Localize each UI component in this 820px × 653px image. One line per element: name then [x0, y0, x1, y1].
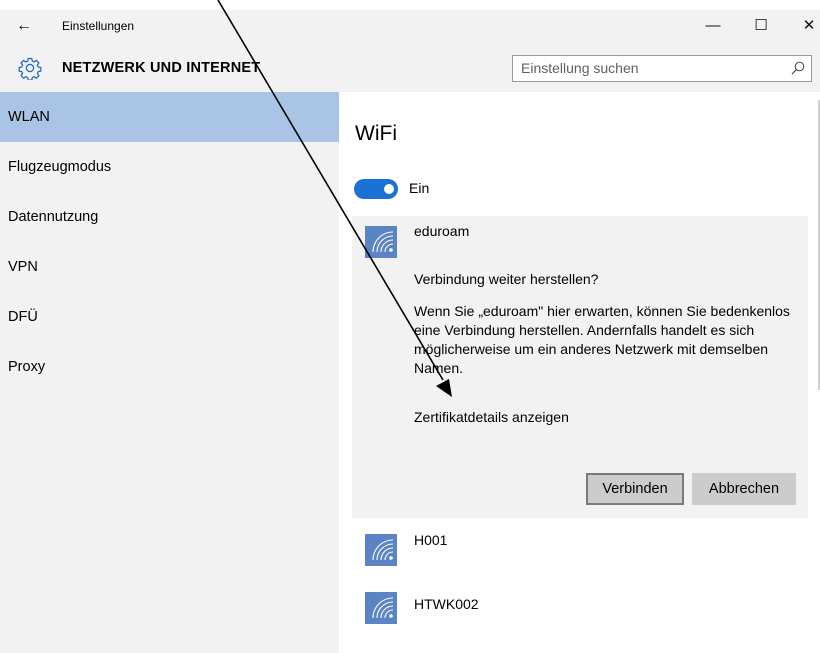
toggle-state-label: Ein [409, 180, 430, 196]
main-content: WiFi Ein eduroam Verbindung weiter herst… [339, 92, 820, 653]
page-title: NETZWERK UND INTERNET [62, 60, 261, 76]
network-name: H001 [414, 532, 448, 548]
sidebar-item-proxy[interactable]: Proxy [0, 342, 339, 392]
sidebar-item-datennutzung[interactable]: Datennutzung [0, 192, 339, 242]
connect-button[interactable]: Verbinden [586, 473, 684, 505]
toggle-knob [384, 184, 394, 194]
network-name: eduroam [414, 223, 470, 239]
sidebar-item-vpn[interactable]: VPN [0, 242, 339, 292]
connect-question: Verbindung weiter herstellen? [414, 271, 599, 287]
section-title: WiFi [355, 122, 397, 145]
wifi-toggle[interactable] [354, 179, 398, 199]
sidebar-item-flugzeugmodus[interactable]: Flugzeugmodus [0, 142, 339, 192]
search-box[interactable]: Einstellung suchen [512, 55, 812, 82]
minimize-button[interactable]: — [699, 14, 727, 38]
sidebar-item-wlan[interactable]: WLAN [0, 92, 339, 142]
search-icon[interactable] [790, 60, 806, 76]
certificate-warning: Wenn Sie „eduroam" hier erwarten, können… [414, 303, 790, 376]
sidebar: WLAN Flugzeugmodus Datennutzung VPN DFÜ … [0, 92, 339, 653]
title-bar: ← Einstellungen — ☐ ✕ [0, 10, 820, 42]
gear-icon [18, 57, 42, 80]
page-header: NETZWERK UND INTERNET Einstellung suchen [0, 42, 820, 92]
back-button[interactable]: ← [8, 17, 40, 35]
cancel-button[interactable]: Abbrechen [692, 473, 796, 505]
sidebar-item-dfu[interactable]: DFÜ [0, 292, 339, 342]
maximize-button[interactable]: ☐ [747, 14, 775, 38]
search-input[interactable]: Einstellung suchen [521, 60, 639, 76]
wifi-signal-icon [365, 226, 397, 258]
wifi-signal-icon [365, 534, 397, 566]
window-title: Einstellungen [62, 19, 135, 33]
certificate-details-link[interactable]: Zertifikatdetails anzeigen [414, 409, 569, 425]
network-item-expanded[interactable]: eduroam Verbindung weiter herstellen? We… [352, 216, 808, 518]
close-button[interactable]: ✕ [795, 14, 820, 38]
network-name: HTWK002 [414, 596, 479, 612]
wifi-signal-icon [365, 592, 397, 624]
